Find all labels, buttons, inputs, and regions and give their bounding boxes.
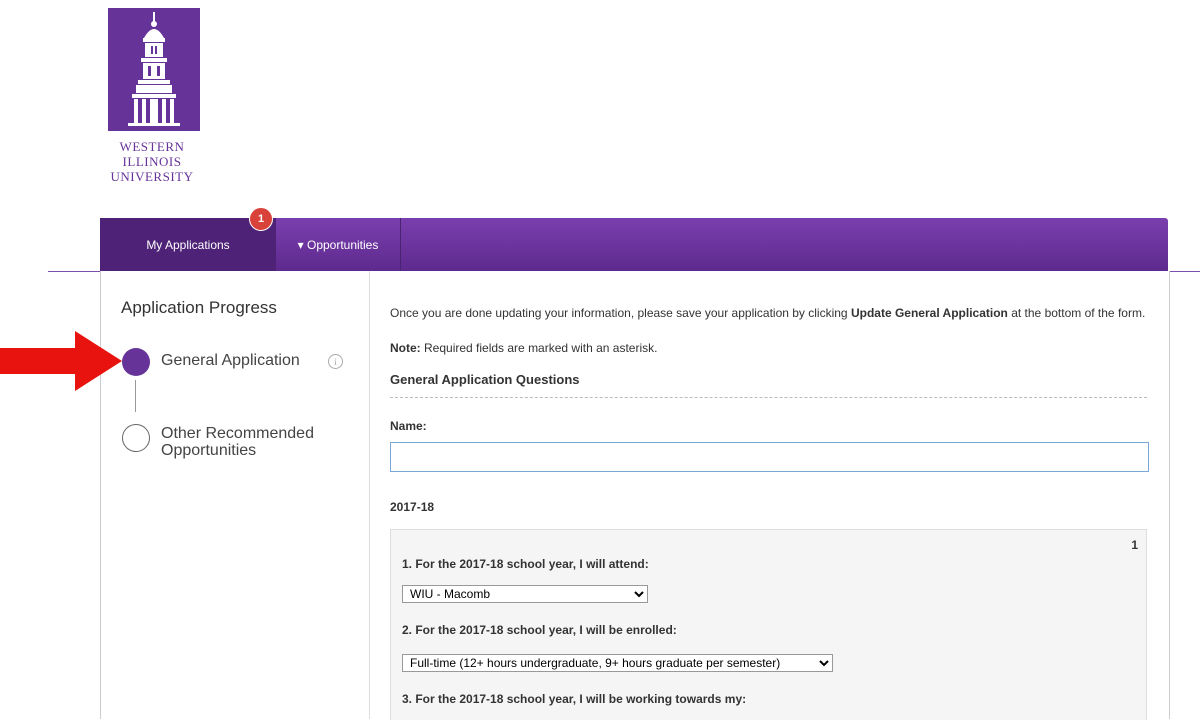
attend-campus-select[interactable]: WIU - Macomb — [402, 585, 648, 603]
notification-badge: 1 — [249, 207, 273, 231]
step-incomplete-icon — [122, 424, 150, 452]
question-group: 1 1. For the 2017-18 school year, I will… — [390, 529, 1147, 720]
question-1-label: 1. For the 2017-18 school year, I will a… — [402, 557, 649, 571]
name-input[interactable] — [390, 442, 1149, 472]
required-note: Note: Required fields are marked with an… — [390, 341, 658, 355]
progress-sidebar: Application Progress General Application… — [101, 271, 370, 719]
info-icon[interactable]: i — [328, 354, 343, 369]
step-complete-icon — [122, 348, 150, 376]
tab-my-applications[interactable]: My Applications — [100, 218, 276, 271]
step-general-application[interactable]: General Application — [161, 352, 300, 370]
question-2-label: 2. For the 2017-18 school year, I will b… — [402, 623, 677, 637]
top-nav: My Applications 1 ▾ Opportunities — [100, 207, 1168, 271]
progress-title: Application Progress — [121, 298, 277, 317]
step-connector — [135, 380, 136, 412]
tab-opportunities[interactable]: ▾ Opportunities — [276, 218, 401, 271]
enrollment-status-select[interactable]: Full-time (12+ hours undergraduate, 9+ h… — [402, 654, 833, 672]
intro-text: Once you are done updating your informat… — [390, 306, 1146, 320]
section-divider — [390, 397, 1147, 398]
red-arrow-icon — [0, 331, 122, 391]
university-logo: WESTERN ILLINOIS UNIVERSITY — [108, 8, 200, 184]
main-panel: Application Progress General Application… — [100, 271, 1170, 720]
step-other-opportunities[interactable]: Other Recommended Opportunities — [161, 425, 351, 459]
building-tower-icon — [108, 8, 200, 131]
section-title: General Application Questions — [390, 372, 580, 387]
name-label: Name: — [390, 419, 427, 433]
year-heading: 2017-18 — [390, 500, 435, 514]
question-3-label: 3. For the 2017-18 school year, I will b… — [402, 692, 747, 706]
question-group-number: 1 — [1131, 538, 1138, 552]
university-name: WESTERN ILLINOIS UNIVERSITY — [110, 139, 194, 184]
